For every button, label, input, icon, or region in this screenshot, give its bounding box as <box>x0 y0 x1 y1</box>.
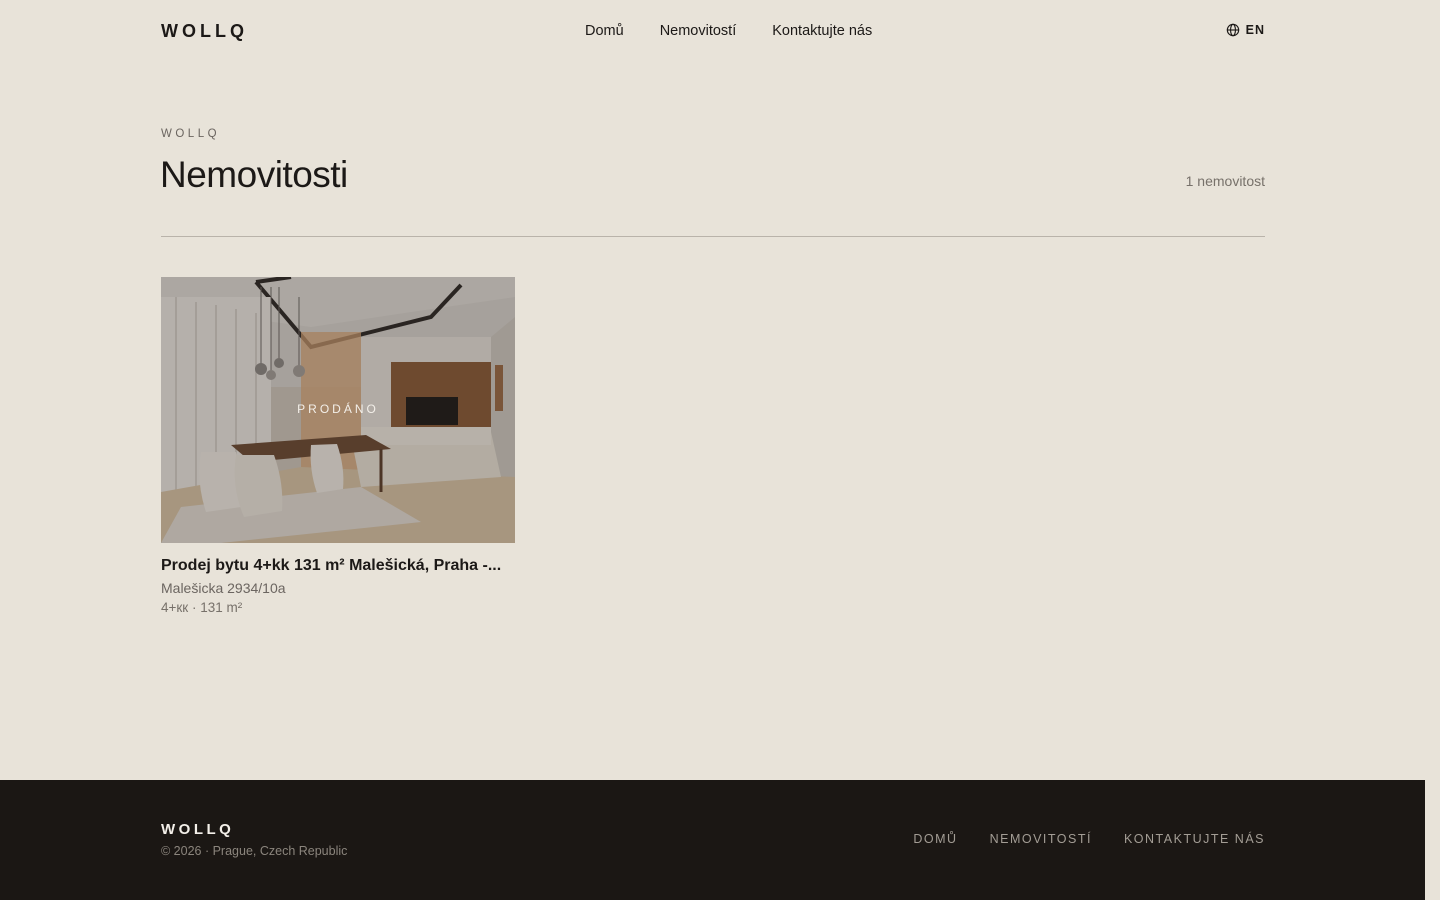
property-card[interactable]: PRODÁNO Prodej bytu 4+kk 131 m² Malešick… <box>161 277 515 615</box>
property-title[interactable]: Prodej bytu 4+kk 131 m² Malešická, Praha… <box>161 557 515 575</box>
site-footer: WOLLQ © 2026 · Prague, Czech Republic DO… <box>0 780 1425 900</box>
main-nav: Domů Nemovitostí Kontaktujte nás <box>585 23 872 39</box>
footer-link-properties[interactable]: NEMOVITOSTÍ <box>990 832 1092 846</box>
footer-nav: DOMŮ NEMOVITOSTÍ KONTAKTUJTE NÁS <box>913 832 1265 846</box>
property-image[interactable]: PRODÁNO <box>161 277 515 543</box>
nav-link-home[interactable]: Domů <box>585 23 624 39</box>
globe-icon <box>1226 23 1239 37</box>
property-meta: 4+кк · 131 m² <box>161 600 243 615</box>
language-switcher[interactable]: EN <box>1226 23 1265 37</box>
nav-link-contact[interactable]: Kontaktujte nás <box>772 23 872 39</box>
language-label: EN <box>1245 23 1265 37</box>
site-header: WOLLQ Domů Nemovitostí Kontaktujte nás E… <box>0 0 1440 64</box>
sold-badge: PRODÁNO <box>297 402 379 416</box>
page-eyebrow: WOLLQ <box>161 128 221 140</box>
nav-link-properties[interactable]: Nemovitostí <box>660 23 737 39</box>
header-divider <box>161 236 1265 237</box>
footer-logo[interactable]: WOLLQ <box>161 821 234 838</box>
footer-link-home[interactable]: DOMŮ <box>913 832 957 846</box>
property-address: Malešicka 2934/10a <box>161 580 286 596</box>
footer-copyright: © 2026 · Prague, Czech Republic <box>161 844 348 858</box>
property-count: 1 nemovitost <box>1185 173 1265 189</box>
site-logo[interactable]: WOLLQ <box>161 21 248 42</box>
page-title: Nemovitosti <box>160 154 348 195</box>
footer-link-contact[interactable]: KONTAKTUJTE NÁS <box>1124 832 1265 846</box>
